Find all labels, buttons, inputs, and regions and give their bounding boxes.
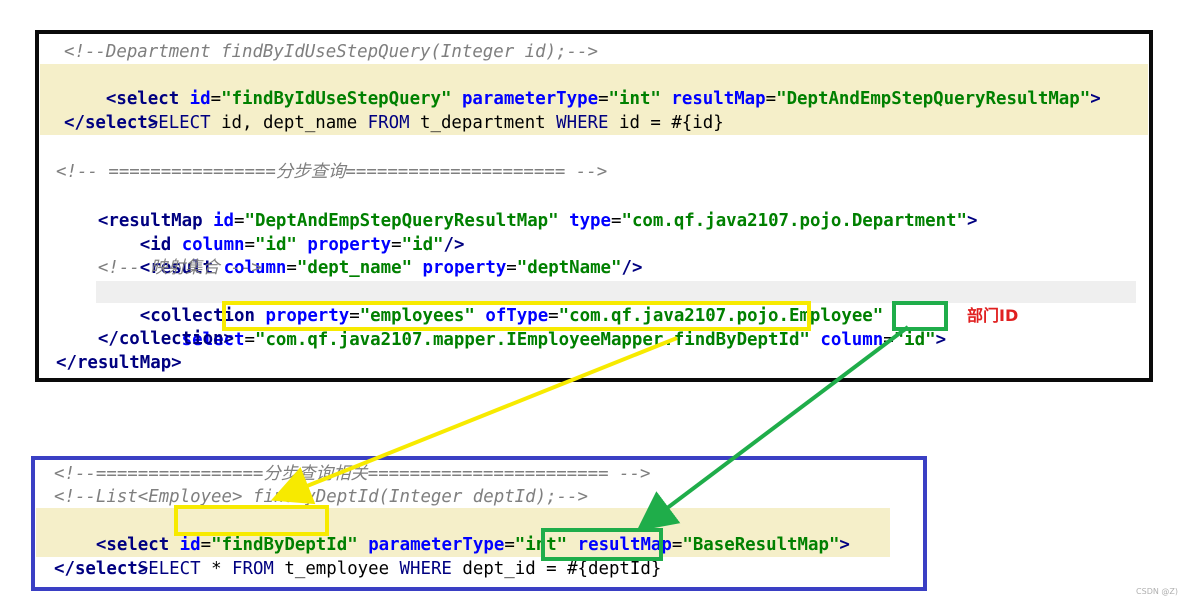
code-line: </collection> <box>97 329 235 349</box>
deptid-param-outline <box>541 528 663 561</box>
code-line: </select> <box>54 559 149 579</box>
select-reference-outline <box>222 301 811 331</box>
column-id-outline <box>892 301 948 331</box>
code-line: <id column="id" property="id"/> <box>139 235 465 255</box>
watermark: CSDN @Z) <box>1136 587 1178 596</box>
code-line: <!-- ================分步查询===============… <box>56 162 608 182</box>
dept-id-label: 部门ID <box>967 306 1019 325</box>
code-line: <result column="dept_name" property="dep… <box>139 258 643 278</box>
code-line: <resultMap id="DeptAndEmpStepQueryResult… <box>97 211 978 231</box>
code-line: SELECT id, dept_name FROM t_department W… <box>105 113 724 133</box>
code-line: <!--Department findByIdUseStepQuery(Inte… <box>64 42 598 62</box>
code-line: </resultMap> <box>56 353 182 373</box>
findbydeptid-outline <box>174 505 329 536</box>
code-line: </select> <box>64 113 159 133</box>
code-line: <!-- 映射集合 --> <box>56 258 262 278</box>
code-line: <select id="findByIdUseStepQuery" parame… <box>105 89 1101 109</box>
code-line: <!--================分步查询相关==============… <box>54 464 651 484</box>
